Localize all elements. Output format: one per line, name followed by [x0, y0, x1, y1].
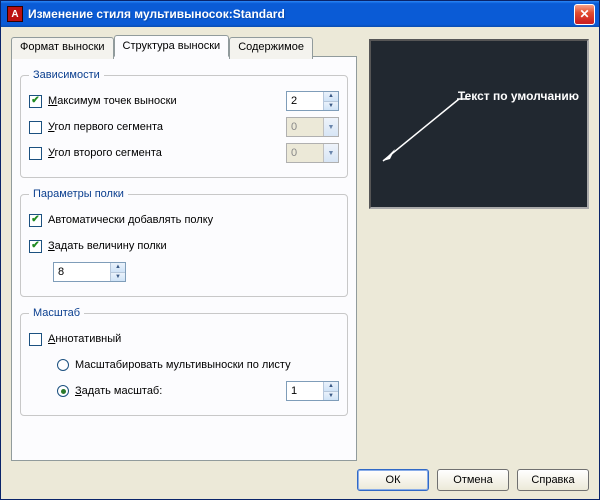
window-title: Изменение стиля мультивыносок:Standard [28, 7, 574, 21]
help-button[interactable]: Справка [517, 469, 589, 491]
spinner-length[interactable]: ▲▼ [53, 262, 126, 282]
label-scale-paper: Масштабировать мультивыноски по листу [75, 359, 339, 371]
label-auto-landing: Автоматически добавлять полку [48, 214, 339, 226]
titlebar[interactable]: A Изменение стиля мультивыносок:Standard… [1, 1, 599, 27]
cancel-button[interactable]: Отмена [437, 469, 509, 491]
tab-content[interactable]: Содержимое [229, 37, 313, 59]
app-icon: A [7, 6, 23, 22]
left-pane: Формат выноски Структура выноски Содержи… [11, 35, 357, 461]
label-annotative: Аннотативный [48, 333, 339, 345]
spinner-up-icon[interactable]: ▲ [324, 382, 338, 392]
combo-second-segment: ▼ [286, 143, 339, 163]
input-scale[interactable] [287, 382, 323, 400]
tab-panel: Зависимости ✔ Максимум точек выноски ▲▼ [11, 56, 357, 461]
label-second-segment: Угол второго сегмента [48, 147, 286, 159]
upper-area: Формат выноски Структура выноски Содержи… [11, 35, 589, 461]
row-auto-landing: ✔ Автоматически добавлять полку [29, 208, 339, 232]
checkbox-annotative[interactable]: ✔ [29, 333, 42, 346]
group-scale: Масштаб ✔ Аннотативный Масштабировать му… [20, 307, 348, 416]
tab-structure[interactable]: Структура выноски [114, 35, 230, 57]
input-first-segment [287, 118, 323, 136]
tab-strip: Формат выноски Структура выноски Содержи… [11, 35, 357, 57]
spinner-down-icon[interactable]: ▼ [324, 392, 338, 401]
spinner-down-icon[interactable]: ▼ [111, 273, 125, 282]
group-landing-legend: Параметры полки [29, 188, 128, 200]
checkbox-set-length[interactable]: ✔ [29, 240, 42, 253]
chevron-down-icon: ▼ [323, 144, 338, 162]
label-set-length: Задать величину полки [48, 240, 339, 252]
label-max-points: Максимум точек выноски [48, 95, 286, 107]
preview-text: Текст по умолчанию [458, 89, 579, 103]
checkbox-first-segment[interactable]: ✔ [29, 121, 42, 134]
checkbox-second-segment[interactable]: ✔ [29, 147, 42, 160]
row-radio-paper: Масштабировать мультивыноски по листу [57, 353, 339, 377]
checkbox-max-points[interactable]: ✔ [29, 95, 42, 108]
dialog-window: A Изменение стиля мультивыносок:Standard… [0, 0, 600, 500]
spinner-down-icon[interactable]: ▼ [324, 102, 338, 111]
input-second-segment [287, 144, 323, 162]
spinner-max-points[interactable]: ▲▼ [286, 91, 339, 111]
close-icon: ✕ [579, 7, 589, 21]
checkbox-auto-landing[interactable]: ✔ [29, 214, 42, 227]
row-annotative: ✔ Аннотативный [29, 327, 339, 351]
button-bar: ОК Отмена Справка [11, 461, 589, 491]
group-scale-legend: Масштаб [29, 307, 84, 319]
preview-column: Текст по умолчанию [369, 35, 589, 461]
preview-pane: Текст по умолчанию [369, 39, 589, 209]
radio-scale-paper[interactable] [57, 359, 69, 371]
combo-first-segment: ▼ [286, 117, 339, 137]
label-first-segment: Угол первого сегмента [48, 121, 286, 133]
chevron-down-icon: ▼ [323, 118, 338, 136]
label-scale-set: Задать масштаб: [75, 385, 286, 397]
input-max-points[interactable] [287, 92, 323, 110]
ok-button[interactable]: ОК [357, 469, 429, 491]
spinner-up-icon[interactable]: ▲ [111, 263, 125, 273]
spinner-scale[interactable]: ▲▼ [286, 381, 339, 401]
row-set-length: ✔ Задать величину полки [29, 234, 339, 258]
group-constraints: Зависимости ✔ Максимум точек выноски ▲▼ [20, 69, 348, 178]
input-length[interactable] [54, 263, 110, 281]
leader-preview-icon [371, 41, 591, 211]
tab-format[interactable]: Формат выноски [11, 37, 114, 59]
row-first-segment: ✔ Угол первого сегмента ▼ [29, 115, 339, 139]
group-constraints-legend: Зависимости [29, 69, 104, 81]
row-radio-set: Задать масштаб: ▲▼ [57, 379, 339, 403]
row-second-segment: ✔ Угол второго сегмента ▼ [29, 141, 339, 165]
row-max-points: ✔ Максимум точек выноски ▲▼ [29, 89, 339, 113]
client-area: Формат выноски Структура выноски Содержи… [1, 27, 599, 499]
group-landing: Параметры полки ✔ Автоматически добавлят… [20, 188, 348, 297]
close-button[interactable]: ✕ [574, 4, 595, 25]
radio-scale-set[interactable] [57, 385, 69, 397]
row-length-value: ▲▼ [29, 260, 339, 284]
spinner-up-icon[interactable]: ▲ [324, 92, 338, 102]
